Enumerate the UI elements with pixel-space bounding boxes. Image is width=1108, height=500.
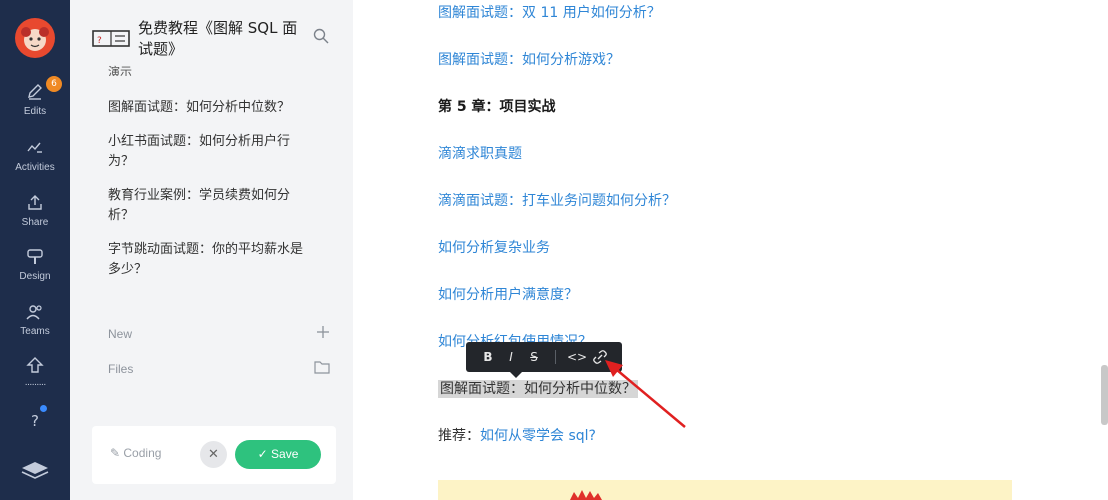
search-icon[interactable]	[313, 28, 329, 48]
recommend-line: 推荐：如何从零学会 sql?	[438, 426, 596, 446]
notebook-title: 免费教程《图解 SQL 面试题》	[138, 19, 298, 58]
rail-item-layers[interactable]	[0, 458, 70, 482]
rail-label-dots: ·········	[24, 379, 47, 390]
toolbar-divider	[555, 350, 556, 364]
yellow-banner	[438, 480, 1012, 500]
toolbar-caret	[510, 372, 522, 378]
folder-icon[interactable]	[314, 360, 330, 377]
content-link[interactable]: 图解面试题：如何分析游戏？	[438, 50, 620, 70]
content-link[interactable]: 图解面试题：双 11 用户如何分析？	[438, 3, 661, 23]
list-item[interactable]: 图解面试题：如何分析中位数？	[108, 98, 308, 118]
code-button[interactable]: <>	[567, 348, 587, 366]
export-icon	[0, 355, 70, 379]
cancel-button[interactable]: ✕	[200, 441, 227, 468]
editing-status: ✎ Coding	[110, 446, 161, 460]
files-row[interactable]: Files	[108, 360, 330, 377]
new-label: New	[108, 327, 133, 341]
plus-icon[interactable]	[316, 325, 330, 342]
rail-item-activities[interactable]: Activities	[0, 138, 70, 174]
rail-label-share: Share	[21, 217, 49, 228]
rail-item-teams[interactable]: Teams	[0, 302, 70, 338]
check-icon: ✓	[257, 447, 272, 461]
help-notification-dot	[40, 405, 47, 412]
recommend-link[interactable]: 如何从零学会 sql?	[480, 428, 596, 444]
save-button[interactable]: ✓ Save	[235, 440, 321, 469]
document-sidebar: ? 免费教程《图解 SQL 面试题》 演示 图解面试题：如何分析中位数？ 小红书…	[70, 0, 353, 500]
share-icon	[0, 193, 70, 217]
app-window: Edits 6 Activities Share Design Teams ··…	[0, 0, 1108, 500]
rail-item-share[interactable]: Share	[0, 193, 70, 229]
files-label: Files	[108, 362, 134, 376]
content-link[interactable]: 滴滴面试题：打车业务问题如何分析？	[438, 191, 676, 211]
content-link[interactable]: 如何分析用户满意度？	[438, 285, 578, 305]
list-item-partial[interactable]: 演示	[108, 64, 308, 76]
pencil-icon: ✎	[110, 446, 124, 460]
content-link[interactable]: 如何分析复杂业务	[438, 238, 550, 258]
design-icon	[0, 247, 70, 271]
list-item[interactable]: 字节跳动面试题：你的平均薪水是多少？	[108, 240, 308, 280]
chapter-heading: 第 5 章：项目实战	[438, 99, 556, 115]
bold-button[interactable]: B	[479, 348, 497, 366]
rail-label-edits: Edits	[23, 106, 47, 117]
italic-button[interactable]: I	[502, 348, 520, 366]
list-item[interactable]: 小红书面试题：如何分析用户行为？	[108, 132, 308, 172]
recommend-prefix: 推荐：	[438, 428, 480, 444]
help-icon: ?	[0, 410, 70, 434]
editor-status-card: ✎ Coding ✕ ✓ Save	[92, 426, 336, 484]
list-item[interactable]: 教育行业案例：学员续费如何分析？	[108, 186, 308, 226]
close-icon: ✕	[208, 447, 219, 462]
activity-icon	[0, 138, 70, 162]
scrollbar[interactable]	[1101, 365, 1108, 425]
rail-item-export[interactable]: ·········	[0, 355, 70, 391]
svg-text:?: ?	[97, 36, 102, 46]
strikethrough-button[interactable]: S	[525, 348, 543, 366]
content-link[interactable]: 滴滴求职真题	[438, 144, 522, 164]
rail-label-teams: Teams	[20, 326, 50, 337]
svg-text:?: ?	[31, 412, 39, 430]
editor-content: 图解面试题：双 11 用户如何分析？ 图解面试题：如何分析游戏？ 第 5 章：项…	[353, 0, 1108, 500]
save-label: Save	[271, 447, 299, 461]
layers-icon	[0, 458, 70, 482]
rail-item-design[interactable]: Design	[0, 247, 70, 283]
rail-label-activities: Activities	[15, 162, 55, 173]
avatar[interactable]	[15, 18, 55, 58]
book-logo-icon: ?	[92, 22, 130, 56]
document-list: 演示 图解面试题：如何分析中位数？ 小红书面试题：如何分析用户行为？ 教育行业案…	[108, 65, 308, 280]
new-row[interactable]: New	[108, 325, 330, 342]
teams-icon	[0, 302, 70, 326]
rail-item-help[interactable]: ?	[0, 410, 70, 434]
icon-rail: Edits 6 Activities Share Design Teams ··…	[0, 0, 70, 500]
notification-badge: 6	[46, 76, 62, 92]
annotation-arrow-icon	[605, 360, 686, 428]
rail-label-design: Design	[19, 271, 51, 282]
editing-label: Coding	[123, 446, 162, 460]
